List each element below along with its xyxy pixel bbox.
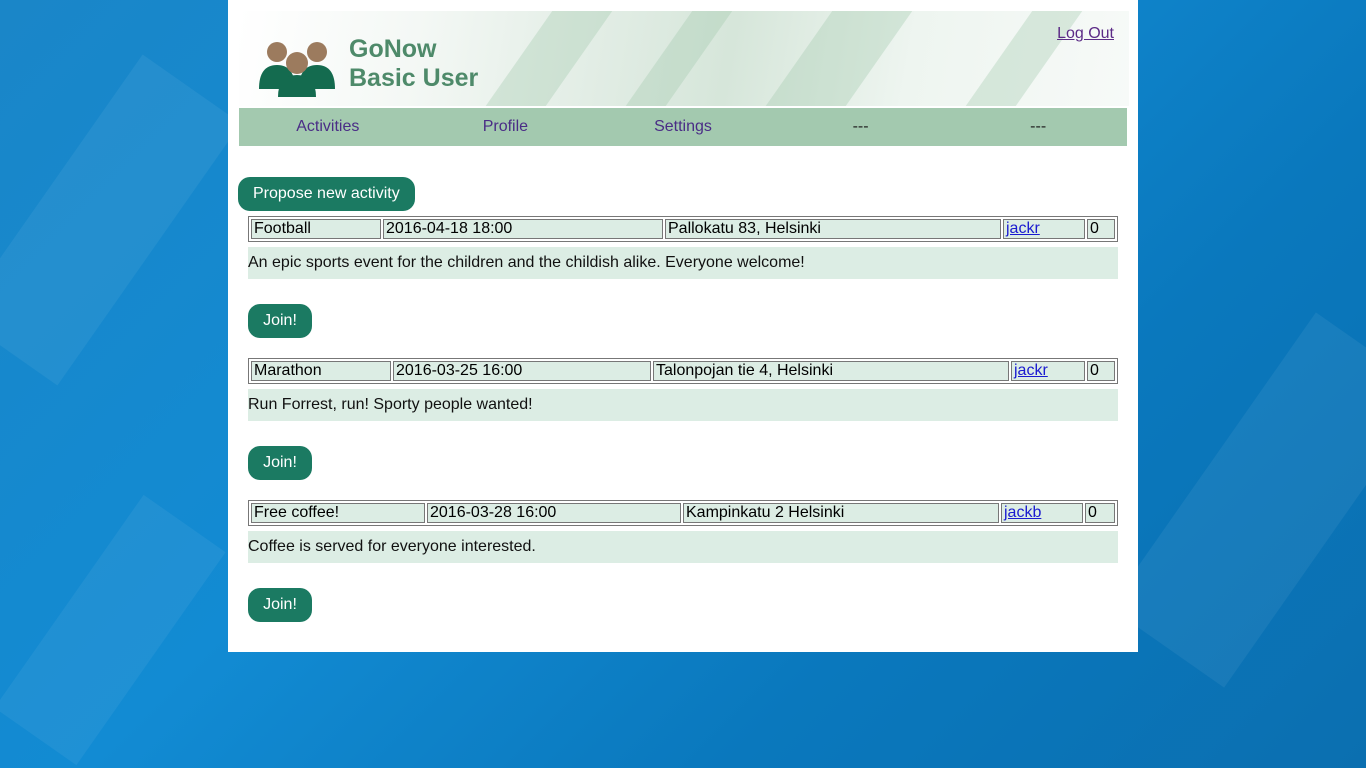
organizer-link[interactable]: jackr [1006,220,1040,237]
activity-table: Marathon 2016-03-25 16:00 Talonpojan tie… [248,358,1118,384]
activity-name: Marathon [251,361,391,381]
activity-card: Marathon 2016-03-25 16:00 Talonpojan tie… [248,358,1118,480]
activity-description: An epic sports event for the children an… [248,247,1118,279]
nav-item-profile[interactable]: Profile [417,108,595,146]
header-banner: GoNow Basic User Log Out [239,11,1129,106]
activity-card: Football 2016-04-18 18:00 Pallokatu 83, … [248,216,1118,338]
activity-card: Free coffee! 2016-03-28 16:00 Kampinkatu… [248,500,1118,622]
nav-item-activities[interactable]: Activities [239,108,417,146]
user-role: Basic User [349,64,479,92]
join-button[interactable]: Join! [248,304,312,338]
main-page: GoNow Basic User Log Out Activities Prof… [228,0,1138,652]
users-logo-icon [259,39,335,97]
app-name: GoNow [349,35,437,63]
activity-table: Free coffee! 2016-03-28 16:00 Kampinkatu… [248,500,1118,526]
activity-description: Run Forrest, run! Sporty people wanted! [248,389,1118,421]
activity-name: Football [251,219,381,239]
background-shape [0,494,226,766]
activity-location: Pallokatu 83, Helsinki [665,219,1001,239]
activity-datetime: 2016-03-25 16:00 [393,361,651,381]
organizer-link[interactable]: jackb [1004,504,1041,521]
nav-item-placeholder: --- [1030,118,1047,135]
activity-location: Talonpojan tie 4, Helsinki [653,361,1009,381]
propose-activity-button[interactable]: Propose new activity [238,177,415,211]
organizer-link[interactable]: jackr [1014,362,1048,379]
activity-datetime: 2016-03-28 16:00 [427,503,681,523]
nav-item-settings[interactable]: Settings [594,108,772,146]
participant-count: 0 [1087,219,1115,239]
app-title: GoNow Basic User [349,35,478,93]
join-button[interactable]: Join! [248,446,312,480]
activity-table: Football 2016-04-18 18:00 Pallokatu 83, … [248,216,1118,242]
activity-description: Coffee is served for everyone interested… [248,531,1118,563]
nav-item-placeholder: --- [852,118,869,135]
background-shape [0,54,241,386]
activity-location: Kampinkatu 2 Helsinki [683,503,999,523]
activity-name: Free coffee! [251,503,425,523]
main-nav: Activities Profile Settings --- --- [239,108,1127,146]
banner-streak [765,11,913,106]
participant-count: 0 [1085,503,1115,523]
banner-streak [625,11,733,106]
logout-link[interactable]: Log Out [1057,25,1114,43]
join-button[interactable]: Join! [248,588,312,622]
activity-datetime: 2016-04-18 18:00 [383,219,663,239]
background-shape [1109,312,1366,688]
participant-count: 0 [1087,361,1115,381]
banner-streak [485,11,613,106]
